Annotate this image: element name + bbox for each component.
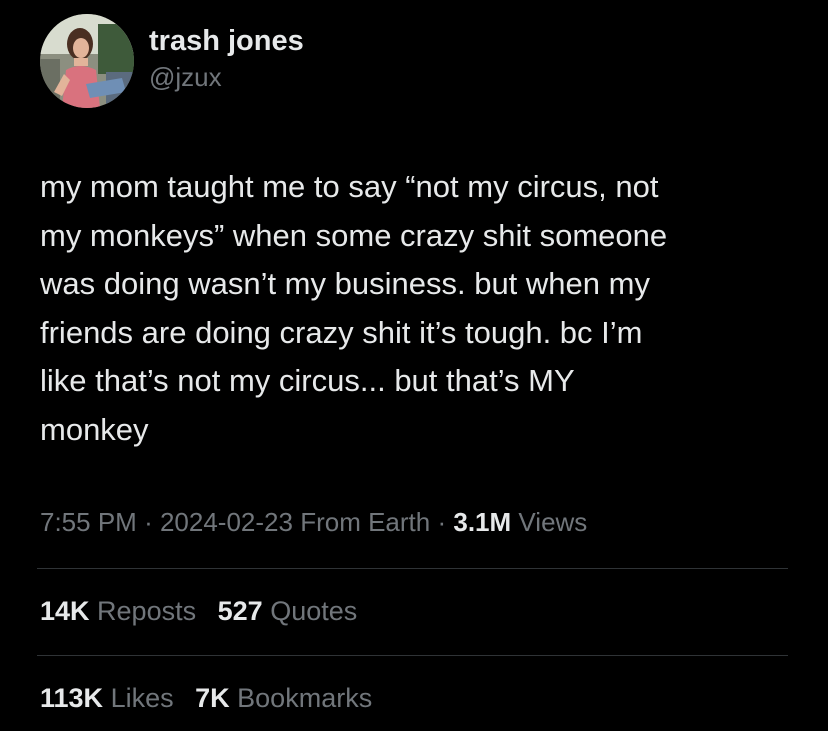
user-names: trash jones @jzux xyxy=(149,24,304,93)
engagement-row-reposts: 14K Reposts 527 Quotes xyxy=(40,594,371,628)
reposts-count: 14K xyxy=(40,596,90,626)
likes-label: Likes xyxy=(110,683,174,713)
divider xyxy=(37,568,788,569)
bookmarks-stat[interactable]: 7K Bookmarks xyxy=(195,681,372,715)
reposts-label: Reposts xyxy=(97,596,197,626)
meta-separator: · xyxy=(437,507,447,537)
tweet-source: From Earth xyxy=(300,507,431,537)
quotes-stat[interactable]: 527 Quotes xyxy=(218,594,358,628)
engagement-row-likes: 113K Likes 7K Bookmarks xyxy=(40,681,386,715)
divider xyxy=(37,655,788,656)
bookmarks-count: 7K xyxy=(195,683,230,713)
display-name[interactable]: trash jones xyxy=(149,24,304,58)
reposts-stat[interactable]: 14K Reposts xyxy=(40,594,196,628)
quotes-label: Quotes xyxy=(270,596,358,626)
views-count: 3.1M xyxy=(453,507,512,537)
likes-count: 113K xyxy=(40,683,104,713)
likes-stat[interactable]: 113K Likes xyxy=(40,681,174,715)
user-handle[interactable]: @jzux xyxy=(149,61,304,93)
tweet-header: trash jones @jzux xyxy=(40,14,304,108)
views-label: Views xyxy=(518,507,588,537)
tweet-text: my mom taught me to say “not my circus, … xyxy=(40,169,668,447)
meta-separator: · xyxy=(144,507,153,537)
avatar-photo-icon xyxy=(40,14,134,108)
tweet-time[interactable]: 7:55 PM xyxy=(40,507,137,537)
tweet-date[interactable]: 2024-02-23 xyxy=(160,507,293,537)
bookmarks-label: Bookmarks xyxy=(237,683,373,713)
quotes-count: 527 xyxy=(217,596,263,626)
avatar[interactable] xyxy=(40,14,134,108)
tweet-meta: 7:55 PM · 2024-02-23 From Earth · 3.1M V… xyxy=(40,505,587,539)
